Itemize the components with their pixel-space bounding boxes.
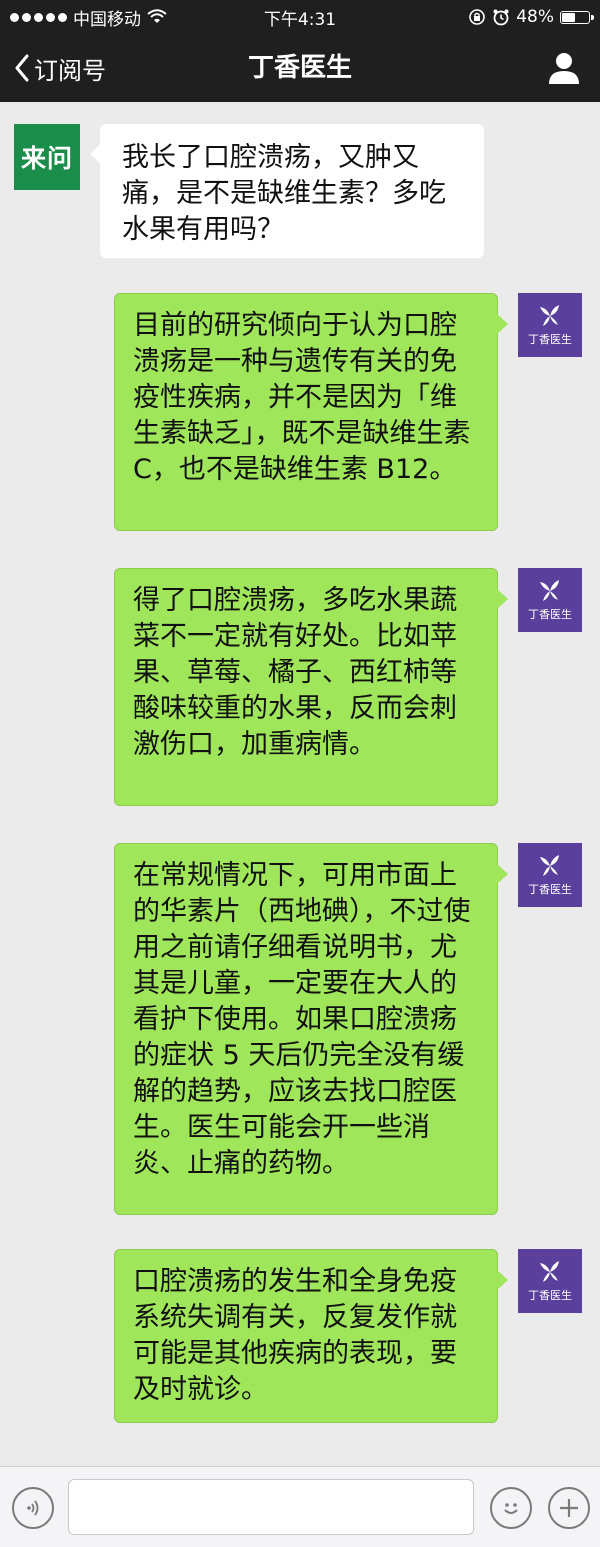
bot-avatar-brand: 丁香医生 <box>528 882 572 896</box>
clove-logo-icon <box>540 854 559 876</box>
clove-logo-icon <box>540 304 559 326</box>
clove-logo-icon <box>540 579 559 601</box>
signal-dots-icon <box>10 12 67 22</box>
message-bubble-bot: 得了口腔溃疡，多吃水果蔬菜不一定就有好处。比如苹果、草莓、橘子、西红柿等酸味较重… <box>114 568 508 806</box>
bot-avatar-brand: 丁香医生 <box>528 607 572 621</box>
bot-avatar-brand: 丁香医生 <box>528 332 572 346</box>
bot-avatar[interactable]: 丁香医生 <box>518 568 582 632</box>
status-bar: 中国移动 下午4:31 48% <box>0 0 600 34</box>
carrier-label: 中国移动 <box>73 9 141 30</box>
plus-icon <box>560 1499 578 1517</box>
page-title: 丁香医生 <box>247 53 352 83</box>
bot-avatar[interactable]: 丁香医生 <box>518 1249 582 1313</box>
message-bubble-bot: 口腔溃疡的发生和全身免疫系统失调有关，反复发作就可能是其他疾病的表现，要及时就诊… <box>114 1249 508 1423</box>
user-avatar[interactable]: 来问 <box>14 124 80 190</box>
voice-button[interactable] <box>12 1487 54 1529</box>
emoji-icon <box>504 1503 518 1514</box>
more-button[interactable] <box>548 1487 590 1529</box>
bot-avatar[interactable]: 丁香医生 <box>518 293 582 357</box>
message-input[interactable] <box>68 1479 474 1535</box>
bot-avatar[interactable]: 丁香医生 <box>518 843 582 907</box>
rotation-lock-icon <box>469 9 486 25</box>
wifi-icon <box>147 9 167 23</box>
bot-avatar-brand: 丁香医生 <box>528 1288 572 1302</box>
person-icon[interactable] <box>546 50 582 86</box>
message-bubble-bot: 在常规情况下，可用市面上的华素片（西地碘），不过使用之前请仔细看说明书，尤其是儿… <box>114 843 508 1215</box>
alarm-icon <box>493 9 509 26</box>
battery-percent: 48% <box>516 7 554 27</box>
clove-logo-icon <box>540 1260 559 1282</box>
voice-icon <box>27 1500 39 1516</box>
status-left: 中国移动 <box>10 5 167 30</box>
message-bubble-bot: 目前的研究倾向于认为口腔溃疡是一种与遗传有关的免疫性疾病，并不是因为「维生素缺乏… <box>114 293 508 531</box>
nav-bar: 订阅号 丁香医生 <box>0 34 600 102</box>
battery-icon <box>560 10 594 24</box>
message-bubble-user: 我长了口腔溃疡，又肿又痛，是不是缺维生素？多吃水果有用吗？ <box>90 124 484 258</box>
status-right: 48% <box>468 7 594 27</box>
emoji-button[interactable] <box>490 1487 532 1529</box>
input-bar <box>0 1466 600 1547</box>
